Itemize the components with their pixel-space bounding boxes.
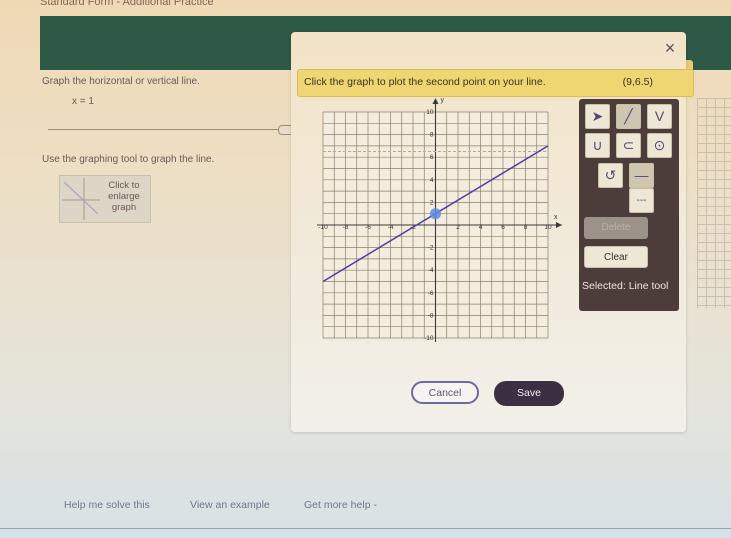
absolute-value-tool-icon[interactable]: V (647, 104, 672, 129)
instruction-text: Use the graphing tool to graph the line. (42, 154, 215, 165)
save-button[interactable]: Save (494, 381, 564, 406)
get-more-help-link[interactable]: Get more help - (304, 499, 377, 511)
footer-divider (0, 528, 731, 529)
y-tick-label: -8 (428, 312, 434, 319)
pointer-tool-icon[interactable]: ➤ (585, 104, 610, 129)
graph-canvas[interactable]: xy-10-8-6-4-2246810108642-2-4-6-8-10 (310, 92, 570, 352)
y-tick-label: 4 (430, 177, 434, 184)
solid-line-style-icon[interactable]: — (629, 163, 654, 188)
x-tick-label: -4 (388, 224, 394, 231)
x-tick-label: -6 (365, 224, 371, 231)
thumbnail-label-line: graph (111, 202, 137, 213)
graph-toolbar: ➤ ╱ V ∪ ⊂ ⊙ ↺ — --- Delete Clear Selecte… (579, 99, 679, 311)
x-tick-label: -8 (343, 224, 349, 231)
coordinate-graph[interactable]: xy-10-8-6-4-2246810108642-2-4-6-8-10 (310, 92, 570, 352)
line-tool-icon[interactable]: ╱ (616, 104, 641, 129)
view-example-link[interactable]: View an example (190, 499, 270, 511)
help-bar: Help me solve this View an example Get m… (0, 495, 731, 517)
help-me-solve-link[interactable]: Help me solve this (64, 499, 150, 511)
cancel-button[interactable]: Cancel (411, 381, 479, 404)
thumbnail-label-line: Click to (108, 180, 140, 191)
x-tick-label: 10 (544, 224, 552, 231)
question-panel: Graph the horizontal or vertical line. x… (28, 66, 306, 266)
dashed-line-style-icon[interactable]: --- (629, 188, 654, 213)
banner-message: Click the graph to plot the second point… (304, 76, 546, 88)
y-tick-label: 8 (430, 132, 434, 139)
y-tick-label: 2 (430, 199, 434, 206)
page-title: Standard Form - Additional Practice (40, 0, 214, 8)
close-icon[interactable]: × (660, 38, 680, 58)
x-axis-arrow-icon (556, 222, 562, 228)
x-tick-label: -10 (318, 224, 328, 231)
divider (48, 129, 306, 130)
x-tick-label: 8 (524, 224, 528, 231)
circle-tool-icon[interactable]: ⊙ (647, 133, 672, 158)
exponential-tool-icon[interactable]: ↺ (598, 163, 623, 188)
y-tick-label: -6 (428, 290, 434, 297)
thumbnail-label: Click to enlarge graph (100, 180, 148, 213)
cursor-coordinate: (9,6.5) (622, 76, 653, 88)
x-tick-label: 2 (456, 224, 460, 231)
y-tick-label: -2 (428, 245, 434, 252)
parabola-tool-icon[interactable]: ∪ (585, 133, 610, 158)
background-graph-grid (697, 98, 731, 308)
clear-button[interactable]: Clear (584, 246, 648, 268)
y-tick-label: -4 (428, 267, 434, 274)
x-tick-label: 4 (479, 224, 483, 231)
y-tick-label: -10 (424, 335, 434, 342)
plotted-point[interactable] (430, 208, 441, 220)
question-equation: x = 1 (72, 96, 94, 107)
horizontal-parabola-tool-icon[interactable]: ⊂ (616, 133, 641, 158)
enlarge-graph-thumbnail[interactable]: Click to enlarge graph (59, 175, 151, 223)
graph-thumbnail-icon (62, 178, 100, 220)
selected-tool-label: Selected: Line tool (582, 280, 669, 292)
y-axis-arrow-icon (432, 98, 439, 104)
x-tick-label: 6 (501, 224, 505, 231)
x-axis-label: x (554, 214, 558, 221)
thumbnail-label-line: enlarge (108, 191, 140, 202)
y-axis-label: y (441, 97, 445, 104)
y-tick-label: 10 (426, 109, 434, 116)
delete-button[interactable]: Delete (584, 217, 648, 239)
y-tick-label: 6 (430, 154, 434, 161)
question-prompt: Graph the horizontal or vertical line. (42, 76, 200, 87)
